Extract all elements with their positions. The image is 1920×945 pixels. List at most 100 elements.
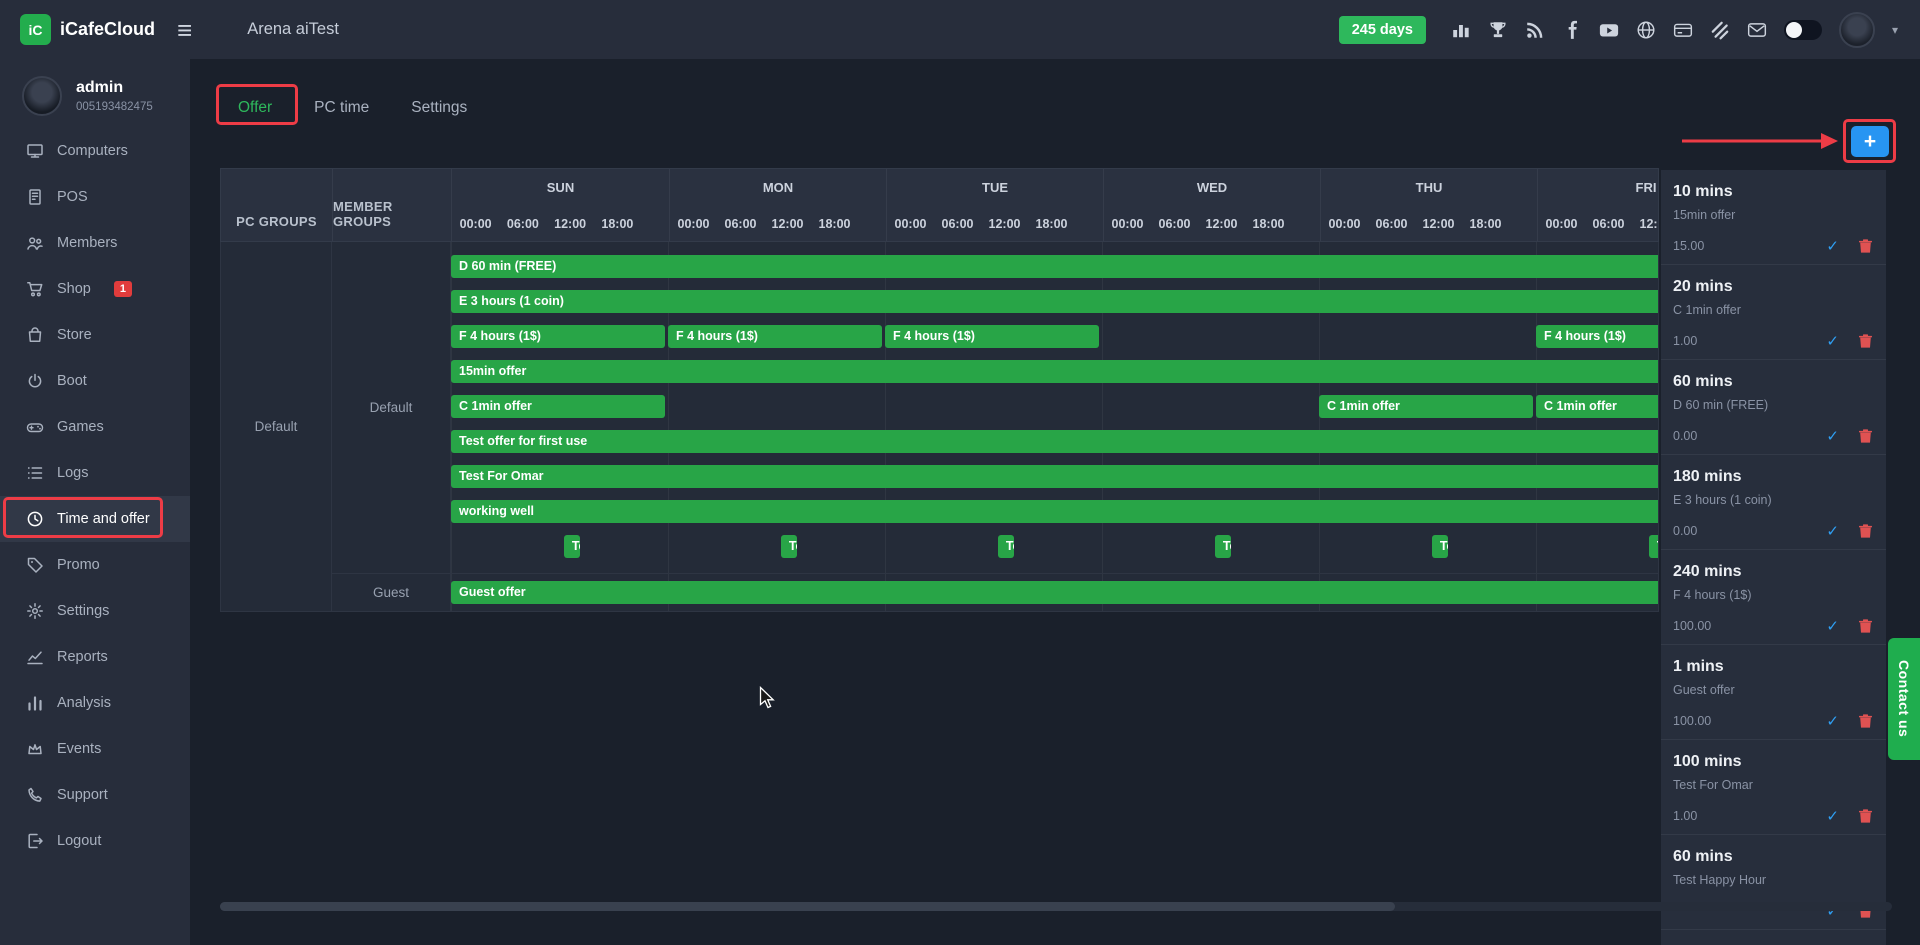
sidebar-item-support[interactable]: Support [0,772,190,818]
cafe-title: Arena aiTest [247,20,339,39]
sidebar-item-members[interactable]: Members [0,220,190,266]
contact-us-button[interactable]: Contact us [1888,638,1920,760]
check-icon[interactable]: ✓ [1826,712,1839,730]
chevron-down-icon[interactable]: ▾ [1892,23,1898,37]
offer-list-item: 10 mins 15min offer 15.00 ✓ [1661,170,1886,265]
stats-icon[interactable] [1451,20,1471,40]
offer-bar[interactable]: 15min offer [451,360,1658,383]
time-label: 18:00 [811,217,858,231]
day-header-wed: WED00:0006:0012:0018:00 [1103,169,1320,241]
offer-bar[interactable]: Test Happy Hour [998,535,1014,558]
sidebar-item-shop[interactable]: Shop 1 [0,266,190,312]
sidebar-item-logout[interactable]: Logout [0,818,190,864]
sidebar-item-events[interactable]: Events [0,726,190,772]
sidebar-item-reports[interactable]: Reports [0,634,190,680]
offer-bar[interactable]: Test offer for first use [451,430,1658,453]
offer-duration: 180 mins [1673,468,1876,486]
trash-icon[interactable] [1859,714,1872,728]
offer-bar[interactable]: Test Happy Hour [564,535,580,558]
offer-bar[interactable]: F 4 hours (1$) [451,325,665,348]
sidebar-item-analysis[interactable]: Analysis [0,680,190,726]
user-name: admin [76,79,153,97]
offer-bar[interactable]: Test Happy Hour [1215,535,1231,558]
offer-bar[interactable]: Test Happy Hour [781,535,797,558]
sidebar-item-label: POS [57,189,88,205]
offer-list-item: 60 mins D 60 min (FREE) 0.00 ✓ [1661,360,1886,455]
sidebar-item-promo[interactable]: Promo [0,542,190,588]
crown-icon [26,740,44,758]
sidebar-item-time-and-offer[interactable]: Time and offer [0,496,190,542]
offer-price: 0.00 [1673,429,1697,443]
days-remaining-badge[interactable]: 245 days [1339,16,1426,44]
offer-bar[interactable]: C 1min offer [451,395,665,418]
globe-icon[interactable] [1636,20,1656,40]
scrollbar-thumb[interactable] [220,902,1395,911]
offer-bar[interactable]: C 1min offer [1536,395,1658,418]
sidebar-item-label: Boot [57,373,87,389]
trash-icon[interactable] [1859,334,1872,348]
user-avatar[interactable] [1839,12,1875,48]
offer-price: 15.00 [1673,239,1704,253]
tab-offer[interactable]: Offer [238,99,272,117]
check-icon[interactable]: ✓ [1826,237,1839,255]
offer-bar[interactable]: Test Happy Hour [1649,535,1658,558]
time-label: 18:00 [1028,217,1075,231]
sidebar-item-games[interactable]: Games [0,404,190,450]
horizontal-scrollbar[interactable] [220,902,1892,911]
rss-icon[interactable] [1525,20,1545,40]
tab-pc-time[interactable]: PC time [314,99,369,117]
sidebar-item-store[interactable]: Store [0,312,190,358]
mail-icon[interactable] [1747,20,1767,40]
trash-icon[interactable] [1859,809,1872,823]
layers-icon[interactable] [1710,20,1730,40]
offer-price: 100.00 [1673,619,1711,633]
trash-icon[interactable] [1859,524,1872,538]
time-label: 06:00 [1585,217,1632,231]
theme-toggle[interactable] [1784,20,1822,40]
trash-icon[interactable] [1859,429,1872,443]
offer-duration: 10 mins [1673,183,1876,201]
mouse-cursor [759,686,777,710]
offer-bar[interactable]: F 4 hours (1$) [885,325,1099,348]
sidebar-item-boot[interactable]: Boot [0,358,190,404]
member-groups-header: MEMBER GROUPS [332,169,451,241]
pc-group-label: Default [221,242,332,611]
offer-bar[interactable]: C 1min offer [1319,395,1533,418]
sidebar-nav: Computers POS Members Shop 1 Store Boot … [0,128,190,864]
sidebar-item-pos[interactable]: POS [0,174,190,220]
trash-icon[interactable] [1859,619,1872,633]
sidebar-avatar[interactable] [22,76,62,116]
check-icon[interactable]: ✓ [1826,427,1839,445]
day-header-tue: TUE00:0006:0012:0018:00 [886,169,1103,241]
offer-bar[interactable]: working well [451,500,1658,523]
offer-bar[interactable]: Test Happy Hour [1432,535,1448,558]
day-name: WED [1104,169,1320,206]
hamburger-menu-icon[interactable]: ≡ [177,17,192,43]
offer-bar[interactable]: D 60 min (FREE) [451,255,1658,278]
youtube-icon[interactable] [1599,20,1619,40]
line-chart-icon [26,648,44,666]
sidebar-item-settings[interactable]: Settings [0,588,190,634]
time-label: 12:00 [981,217,1028,231]
offer-bar[interactable]: Guest offer [451,581,1658,604]
trash-icon[interactable] [1859,239,1872,253]
offer-bar[interactable]: E 3 hours (1 coin) [451,290,1658,313]
tab-settings[interactable]: Settings [411,99,467,117]
time-label: 18:00 [594,217,641,231]
add-offer-button[interactable]: + [1851,126,1889,157]
sidebar-item-label: Time and offer [57,511,150,527]
offer-bar[interactable]: F 4 hours (1$) [1536,325,1658,348]
check-icon[interactable]: ✓ [1826,617,1839,635]
billing-icon[interactable] [1673,20,1693,40]
trophy-icon[interactable] [1488,20,1508,40]
offer-bar[interactable]: F 4 hours (1$) [668,325,882,348]
list-icon [26,464,44,482]
facebook-icon[interactable] [1562,20,1582,40]
check-icon[interactable]: ✓ [1826,807,1839,825]
offer-bar[interactable]: Test For Omar [451,465,1658,488]
sidebar-item-logs[interactable]: Logs [0,450,190,496]
check-icon[interactable]: ✓ [1826,332,1839,350]
offer-list-item: 240 mins F 4 hours (1$) 100.00 ✓ [1661,550,1886,645]
check-icon[interactable]: ✓ [1826,522,1839,540]
sidebar-item-computers[interactable]: Computers [0,128,190,174]
